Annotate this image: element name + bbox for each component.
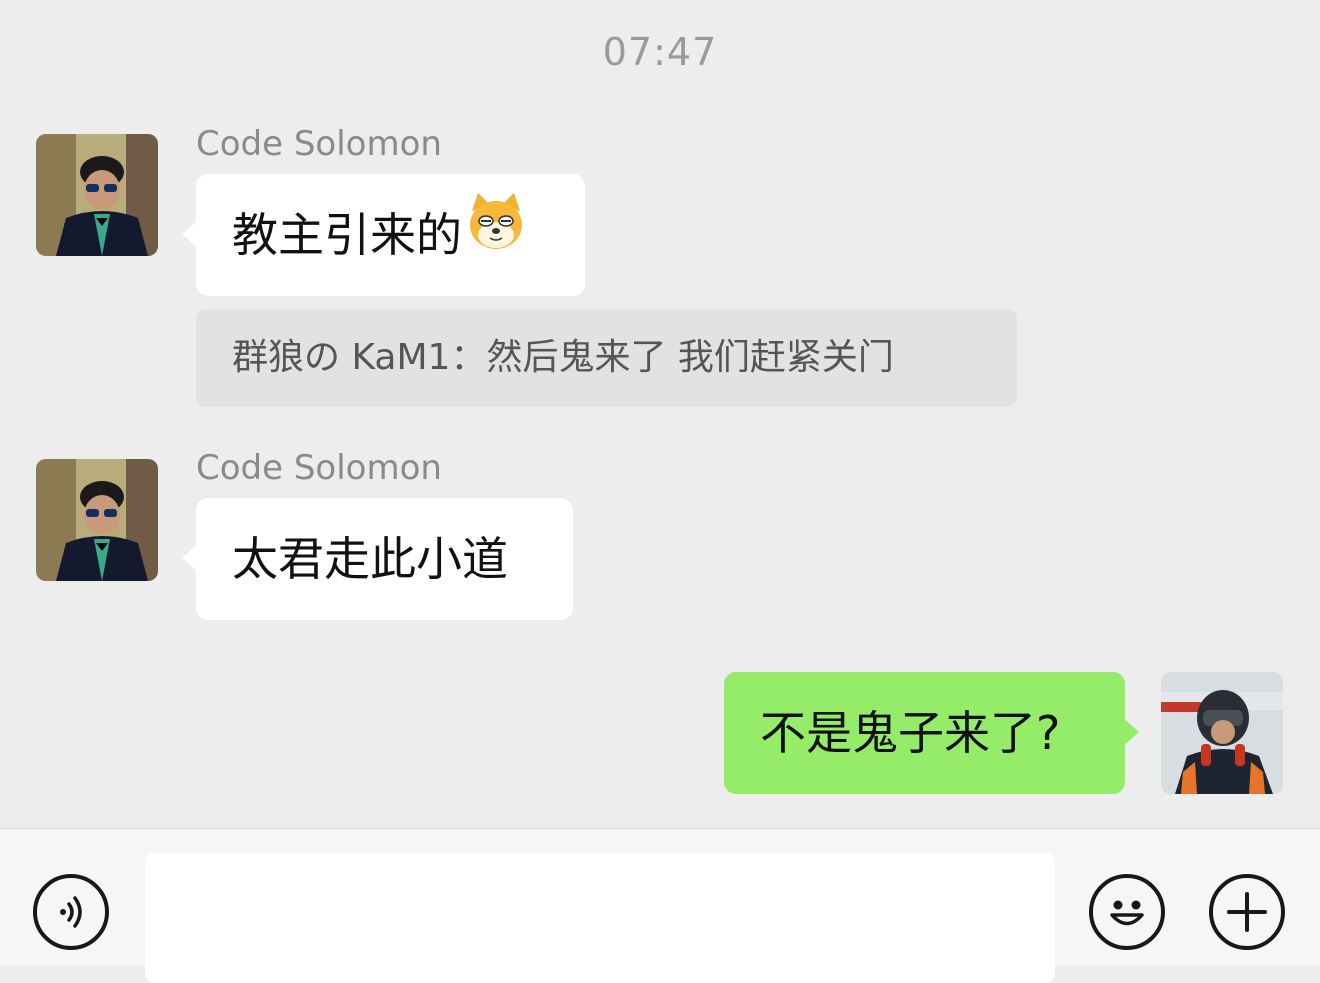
- message-input[interactable]: [145, 853, 1055, 983]
- quoted-message[interactable]: 群狼の KaM1：然后鬼来了 我们赶紧关门: [196, 309, 1017, 407]
- message-text: 教主引来的: [232, 208, 462, 262]
- sender-name: Code Solomon: [196, 448, 442, 488]
- sender-name: Code Solomon: [196, 124, 442, 164]
- avatar-self[interactable]: [1161, 672, 1283, 794]
- input-bar: [0, 828, 1320, 983]
- chat-timestamp: 07:47: [602, 30, 718, 74]
- message-text: 不是鬼子来了?: [760, 706, 1061, 760]
- outgoing-message-bubble[interactable]: 不是鬼子来了?: [724, 672, 1139, 794]
- message-bubble[interactable]: 太君走此小道: [182, 498, 573, 620]
- doge-cat-icon: [466, 174, 526, 296]
- plus-icon[interactable]: [1209, 874, 1285, 950]
- emoji-icon[interactable]: [1089, 874, 1165, 950]
- message-bubble[interactable]: 教主引来的: [182, 174, 585, 296]
- avatar-code-solomon[interactable]: [36, 459, 158, 581]
- avatar-code-solomon[interactable]: [36, 134, 158, 256]
- message-text: 太君走此小道: [232, 532, 508, 586]
- voice-icon[interactable]: [33, 874, 109, 950]
